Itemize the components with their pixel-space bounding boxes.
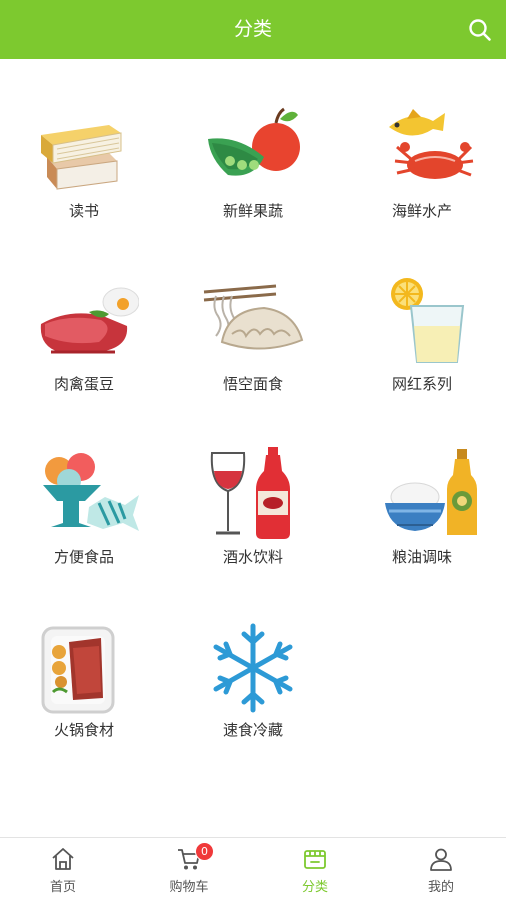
seafood-icon: [389, 109, 474, 179]
category-label: 海鲜水产: [391, 202, 452, 220]
category-item-hotpot[interactable]: 火锅食材: [0, 578, 168, 750]
category-label: 读书: [68, 202, 99, 220]
category-label: 方便食品: [53, 548, 114, 566]
category-item-noodle[interactable]: 悟空面食: [169, 232, 337, 404]
wine-cola-icon: [210, 447, 290, 539]
noodle-dumpling-icon: [203, 284, 304, 350]
bottom-tab-bar: 首页 0 购物车 分类 我的: [0, 837, 506, 901]
category-item-fruit-vegetable[interactable]: 新鲜果蔬: [169, 59, 337, 231]
tab-cart[interactable]: 0 购物车: [126, 838, 252, 901]
lemon-drink-icon: [391, 278, 465, 363]
tab-home[interactable]: 首页: [0, 838, 126, 901]
hotpot-tray-icon: [41, 626, 115, 714]
category-item-meat-egg[interactable]: 肉禽蛋豆: [0, 232, 168, 404]
category-item-trending[interactable]: 网红系列: [338, 232, 506, 404]
header-bar: 分类: [0, 0, 506, 59]
user-icon: [430, 848, 452, 871]
tab-label: 购物车: [169, 880, 209, 895]
category-label: 新鲜果蔬: [222, 202, 283, 220]
home-icon: [52, 848, 74, 870]
snowflake-icon: [213, 623, 293, 713]
category-label: 粮油调味: [391, 548, 452, 566]
search-icon[interactable]: [466, 16, 494, 44]
category-label: 火锅食材: [53, 721, 114, 739]
category-item-seafood[interactable]: 海鲜水产: [338, 59, 506, 231]
tab-label: 首页: [49, 880, 76, 895]
books-icon: [41, 125, 122, 190]
category-label: 速食冷藏: [222, 721, 283, 739]
meat-egg-icon: [40, 287, 139, 354]
category-label: 悟空面食: [222, 375, 283, 393]
tab-profile[interactable]: 我的: [378, 838, 504, 901]
category-item-books[interactable]: 读书: [0, 59, 168, 231]
cart-count-badge: 0: [195, 842, 214, 861]
category-icon: [304, 850, 326, 869]
page-title: 分类: [233, 18, 272, 40]
category-item-convenience[interactable]: 方便食品: [0, 405, 168, 577]
category-item-frozen[interactable]: 速食冷藏: [169, 578, 337, 750]
category-label: 酒水饮料: [222, 548, 283, 566]
category-item-grain-oil[interactable]: 粮油调味: [338, 405, 506, 577]
tab-category[interactable]: 分类: [252, 838, 378, 901]
icecream-candy-icon: [43, 453, 139, 531]
category-item-drinks[interactable]: 酒水饮料: [169, 405, 337, 577]
category-label: 肉禽蛋豆: [53, 375, 114, 393]
rice-oil-icon: [385, 449, 477, 535]
category-label: 网红系列: [391, 375, 452, 393]
fruit-vegetable-icon: [208, 107, 300, 176]
tab-label: 分类: [301, 880, 328, 895]
tab-label: 我的: [427, 880, 454, 895]
